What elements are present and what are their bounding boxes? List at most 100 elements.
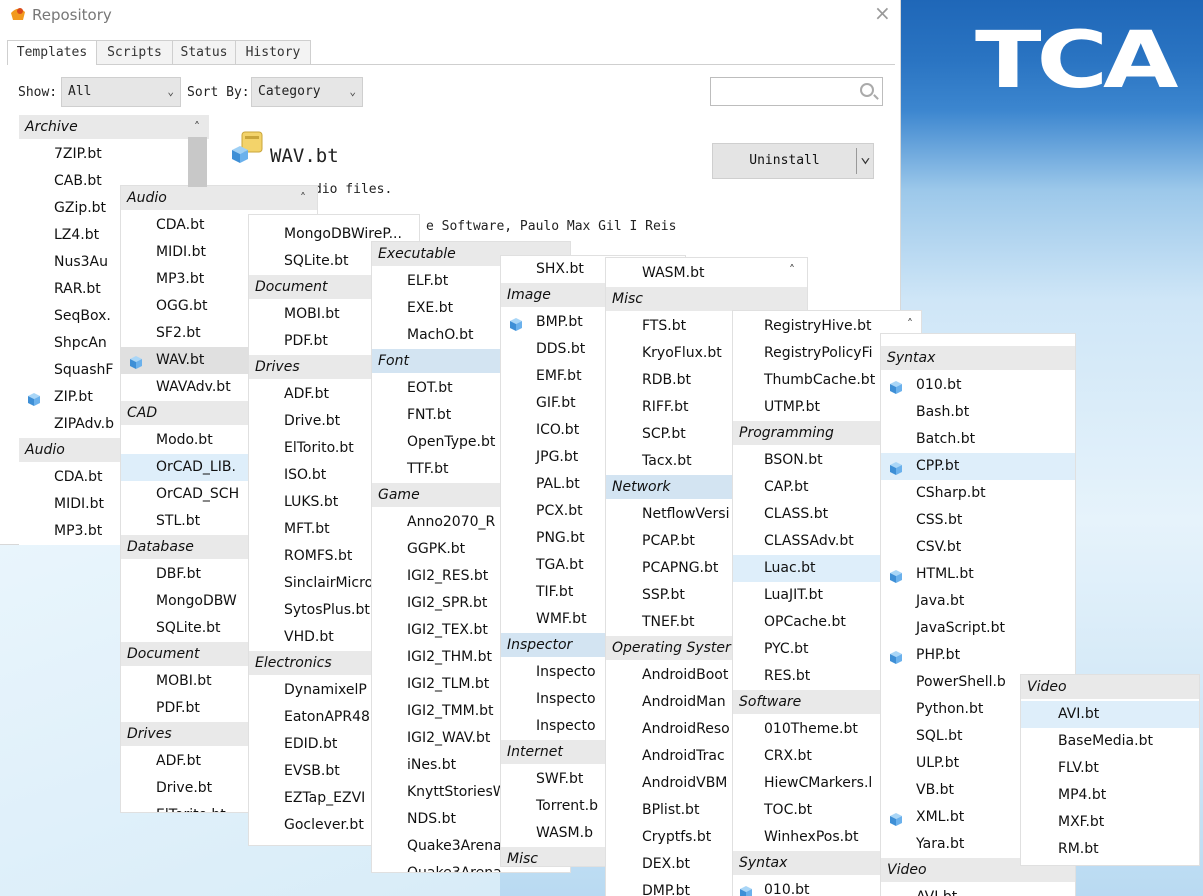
template-item-label: MOBI.bt [156, 673, 212, 689]
template-list-item[interactable]: CSharp.bt [881, 480, 1075, 507]
scrollbar-thumb[interactable] [188, 137, 207, 187]
tab-history[interactable]: History [235, 40, 311, 64]
template-item-label: LuaJIT.bt [764, 587, 823, 603]
tab-scripts[interactable]: Scripts [96, 40, 173, 64]
template-list-item[interactable]: MP4.bt [1021, 782, 1199, 809]
category-header: Syntax [881, 346, 1075, 370]
template-item-label: PCAPNG.bt [642, 560, 719, 576]
category-header-label: Drives [255, 359, 300, 375]
search-input[interactable] [710, 77, 883, 106]
template-item-label: MOBI.bt [284, 306, 340, 322]
category-header-label: Software [739, 694, 802, 710]
template-item-label: RM.bt [1058, 841, 1099, 857]
template-item-label: 7ZIP.bt [54, 146, 102, 162]
template-list-item[interactable]: WASM.bt [606, 260, 807, 287]
tab-status[interactable]: Status [172, 40, 236, 64]
template-item-label: SHX.bt [536, 261, 584, 277]
template-list-item[interactable]: CSS.bt [881, 507, 1075, 534]
template-item-label: LZ4.bt [54, 227, 100, 243]
template-item-label: MachO.bt [407, 327, 474, 343]
template-item-label: BMP.bt [536, 314, 583, 330]
template-item-label: EMF.bt [536, 368, 582, 384]
app-icon [11, 8, 25, 20]
template-item-label: Luac.bt [764, 560, 816, 576]
template-item-label: Modo.bt [156, 432, 213, 448]
category-header-label: Audio [127, 190, 167, 206]
template-item-label: MFT.bt [284, 521, 330, 537]
template-item-label: Inspecto [536, 718, 596, 734]
template-item-label: 010.bt [764, 882, 810, 896]
template-item-label: OPCache.bt [764, 614, 846, 630]
scroll-up-icon[interactable]: ˄ [907, 318, 913, 330]
close-icon[interactable]: × [874, 3, 891, 23]
uninstall-button[interactable]: Uninstall ⌄ [712, 143, 874, 179]
template-list-item[interactable]: HTML.bt [881, 561, 1075, 588]
category-header: Video [1021, 675, 1199, 699]
template-author: e Software, Paulo Max Gil I Reis [426, 219, 677, 234]
template-item-label: Tacx.bt [642, 453, 692, 469]
template-item-label: WinhexPos.bt [764, 829, 859, 845]
template-list-item[interactable]: CPP.bt [881, 453, 1075, 480]
category-header-label: Misc [612, 291, 643, 307]
template-item-label: PHP.bt [916, 647, 961, 663]
template-item-label: IGI2_WAV.bt [407, 730, 491, 746]
template-item-label: MongoDBW [156, 593, 237, 609]
template-list-item[interactable]: FLV.bt [1021, 755, 1199, 782]
template-item-label: AndroidMan [642, 694, 726, 710]
template-list-item[interactable]: CSV.bt [881, 534, 1075, 561]
template-list-item[interactable]: AVI.bt [1021, 701, 1199, 728]
tab-templates[interactable]: Templates [7, 40, 97, 65]
uninstall-label: Uninstall [749, 153, 820, 168]
template-item-label: RIFF.bt [642, 399, 689, 415]
scroll-up-icon[interactable]: ˄ [300, 192, 306, 204]
template-item-label: MP3.bt [156, 271, 205, 287]
show-dropdown[interactable]: All ⌄ [61, 77, 181, 107]
category-header-label: Document [127, 646, 200, 662]
template-item-label: UTMP.bt [764, 399, 820, 415]
template-list-item[interactable]: BaseMedia.bt [1021, 728, 1199, 755]
template-item-label: GZip.bt [54, 200, 107, 216]
scroll-up-icon[interactable]: ˄ [789, 264, 795, 276]
template-item-label: SQLite.bt [284, 253, 349, 269]
template-item-label: SF2.bt [156, 325, 201, 341]
template-list-item[interactable]: JavaScript.bt [881, 615, 1075, 642]
template-list-item[interactable]: MXF.bt [1021, 809, 1199, 836]
category-header-label: Document [255, 279, 328, 295]
template-item-label: ROMFS.bt [284, 548, 353, 564]
template-item-label: RegistryHive.bt [764, 318, 872, 334]
template-item-label: MP4.bt [1058, 787, 1107, 803]
installed-cube-icon [129, 353, 143, 369]
template-item-label: ZIPAdv.b [54, 416, 115, 432]
template-item-label: RAR.bt [54, 281, 101, 297]
template-item-label: Java.bt [916, 593, 965, 609]
category-header-label: Syntax [887, 350, 936, 366]
template-list-item[interactable]: Java.bt [881, 588, 1075, 615]
template-item-label: EXE.bt [407, 300, 454, 316]
category-header-label: Programming [739, 425, 834, 441]
category-list-video[interactable]: Video AVI.bt BaseMedia.bt FLV.bt MP4.bt MXF.b… [1021, 675, 1199, 865]
chevron-down-icon[interactable]: ⌄ [860, 146, 871, 167]
scroll-up-icon[interactable]: ˄ [194, 121, 200, 133]
template-item-label: AndroidBoot [642, 667, 729, 683]
template-item-label: CSharp.bt [916, 485, 986, 501]
template-list-item[interactable]: AVI.bt [881, 884, 1075, 896]
template-list-item[interactable]: PHP.bt [881, 642, 1075, 669]
template-item-label: IGI2_SPR.bt [407, 595, 488, 611]
template-list-item[interactable]: 7ZIP.bt [19, 141, 209, 168]
sort-label: Sort By: [187, 85, 250, 100]
category-header-label: Video [1027, 679, 1067, 695]
template-item-label: Anno2070_R [407, 514, 496, 530]
template-list-item[interactable]: Batch.bt [881, 426, 1075, 453]
template-item-label: Drive.bt [156, 780, 213, 796]
template-item-label: ADF.bt [156, 753, 201, 769]
template-item-label: HTML.bt [916, 566, 974, 582]
template-list-item[interactable]: Bash.bt [881, 399, 1075, 426]
template-list-item[interactable]: RM.bt [1021, 836, 1199, 863]
template-item-label: DEX.bt [642, 856, 691, 872]
template-item-label: MXF.bt [1058, 814, 1105, 830]
template-list-item[interactable]: 010.bt [881, 372, 1075, 399]
sort-dropdown[interactable]: Category ⌄ [251, 77, 363, 107]
category-header-label: Video [887, 862, 927, 878]
category-header: Misc [606, 287, 807, 311]
template-item-label: JPG.bt [536, 449, 579, 465]
